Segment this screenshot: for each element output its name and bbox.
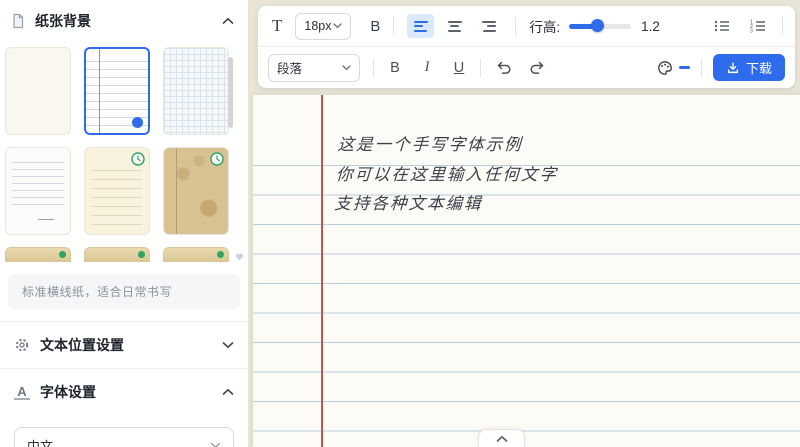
font-size-select[interactable]: 18px bbox=[295, 13, 351, 40]
language-select[interactable]: 中文 bbox=[14, 427, 234, 447]
paper-thumbnail-lined-white[interactable] bbox=[5, 147, 71, 235]
mini-rule-lines bbox=[12, 162, 64, 206]
bold-button[interactable]: B bbox=[387, 60, 403, 76]
language-select-value: 中文 bbox=[27, 436, 53, 447]
clock-badge-icon bbox=[210, 152, 224, 166]
app-window: 纸张背景 bbox=[0, 0, 800, 447]
toolbar: T 18px B bbox=[258, 6, 795, 88]
align-center-button[interactable] bbox=[441, 14, 468, 38]
download-icon bbox=[726, 61, 740, 75]
paper-thumbnail-grid bbox=[0, 39, 248, 235]
align-right-button[interactable] bbox=[475, 14, 502, 38]
paper-thumbnail-partial[interactable] bbox=[5, 247, 71, 262]
mini-margin-line bbox=[99, 49, 100, 133]
red-margin-line bbox=[321, 95, 323, 447]
divider bbox=[393, 17, 394, 35]
text-color-control[interactable] bbox=[657, 60, 690, 76]
mini-rule-lines bbox=[92, 170, 142, 226]
clock-badge-icon bbox=[217, 251, 224, 258]
current-color-indicator bbox=[679, 66, 690, 70]
text-tool-icon[interactable]: T bbox=[272, 16, 282, 36]
text-position-settings-title: 文本位置设置 bbox=[40, 335, 124, 355]
paper-background-section-header[interactable]: 纸张背景 bbox=[0, 0, 248, 39]
paper-thumbnail-partial[interactable] bbox=[84, 247, 150, 262]
toolbar-row-1: T 18px B bbox=[258, 6, 795, 47]
divider bbox=[782, 17, 783, 35]
paper-canvas[interactable]: 这是一个手写字体示例 你可以在这里输入任何文字 支持各种文本编辑 bbox=[253, 95, 800, 447]
toolbar-row-2: 段落 B I U bbox=[258, 47, 795, 88]
mini-margin-line bbox=[176, 148, 177, 234]
slider-knob[interactable] bbox=[591, 19, 604, 32]
paper-thumbnail-blank[interactable] bbox=[5, 47, 71, 135]
document-icon bbox=[10, 13, 26, 29]
underline-button[interactable]: U bbox=[451, 60, 467, 76]
clock-badge-icon bbox=[59, 251, 66, 258]
chevron-up-icon[interactable] bbox=[222, 17, 234, 25]
svg-text:3: 3 bbox=[750, 28, 753, 33]
align-right-icon bbox=[482, 21, 496, 32]
paragraph-style-select[interactable]: 段落 bbox=[268, 54, 360, 82]
font-settings-title: 字体设置 bbox=[40, 382, 96, 402]
clock-badge-icon bbox=[131, 152, 145, 166]
mini-signature-line bbox=[38, 219, 54, 220]
heart-icon[interactable] bbox=[234, 248, 245, 266]
chevron-down-icon[interactable] bbox=[222, 341, 234, 349]
paper-background-title: 纸张背景 bbox=[35, 11, 91, 31]
handwritten-line: 这是一个手写字体示例 bbox=[337, 131, 561, 161]
font-icon: A bbox=[14, 385, 30, 400]
undo-icon[interactable] bbox=[496, 61, 513, 75]
divider bbox=[515, 17, 516, 35]
sidebar: 纸张背景 bbox=[0, 0, 248, 447]
divider bbox=[373, 59, 374, 77]
selected-indicator-dot bbox=[132, 117, 143, 128]
bold-button[interactable]: B bbox=[370, 18, 380, 35]
text-position-settings-row[interactable]: 文本位置设置 bbox=[0, 322, 248, 368]
thumbnail-scrollbar[interactable] bbox=[228, 57, 233, 128]
paper-thumbnail-lined-cream[interactable] bbox=[84, 147, 150, 235]
divider bbox=[701, 59, 702, 77]
chevron-down-icon bbox=[342, 65, 351, 71]
font-size-value: 18px bbox=[304, 19, 331, 33]
paper-thumbnail-partial[interactable] bbox=[163, 247, 229, 262]
alignment-group bbox=[407, 14, 502, 38]
line-height-value: 1.2 bbox=[641, 19, 660, 34]
bullet-list-icon[interactable] bbox=[714, 19, 730, 33]
align-center-icon bbox=[448, 21, 462, 32]
palette-icon bbox=[657, 60, 673, 76]
line-height-label: 行高: bbox=[529, 16, 560, 36]
paper-thumbnail-vintage[interactable] bbox=[163, 147, 229, 235]
handwritten-line: 支持各种文本编辑 bbox=[334, 190, 558, 220]
redo-icon[interactable] bbox=[528, 61, 545, 75]
main-area: 这是一个手写字体示例 你可以在这里输入任何文字 支持各种文本编辑 T 18px … bbox=[248, 0, 800, 447]
handwritten-line: 你可以在这里输入任何文字 bbox=[335, 161, 559, 191]
ordered-list-icon[interactable]: 123 bbox=[750, 19, 766, 33]
align-left-icon bbox=[414, 21, 428, 32]
italic-button[interactable]: I bbox=[419, 59, 435, 76]
chevron-down-icon bbox=[333, 23, 342, 29]
line-height-slider[interactable] bbox=[569, 19, 631, 33]
download-label: 下载 bbox=[746, 58, 772, 77]
divider bbox=[480, 59, 481, 77]
paper-description: 标准横线纸，适合日常书写 bbox=[8, 274, 240, 309]
paragraph-style-value: 段落 bbox=[277, 58, 302, 77]
paper-thumbnail-grid-paper[interactable] bbox=[163, 47, 229, 135]
align-left-button[interactable] bbox=[407, 14, 434, 38]
handwritten-text[interactable]: 这是一个手写字体示例 你可以在这里输入任何文字 支持各种文本编辑 bbox=[334, 131, 561, 220]
paper-thumbnail-row-partial bbox=[0, 235, 248, 262]
download-button[interactable]: 下载 bbox=[713, 54, 785, 81]
collapse-toolbar-button[interactable] bbox=[478, 429, 525, 447]
gear-icon bbox=[14, 337, 30, 353]
chevron-up-icon[interactable] bbox=[222, 388, 234, 396]
chevron-down-icon bbox=[210, 442, 221, 447]
clock-badge-icon bbox=[138, 251, 145, 258]
paper-thumbnail-lined-selected[interactable] bbox=[84, 47, 150, 135]
font-settings-row[interactable]: A 字体设置 bbox=[0, 369, 248, 415]
